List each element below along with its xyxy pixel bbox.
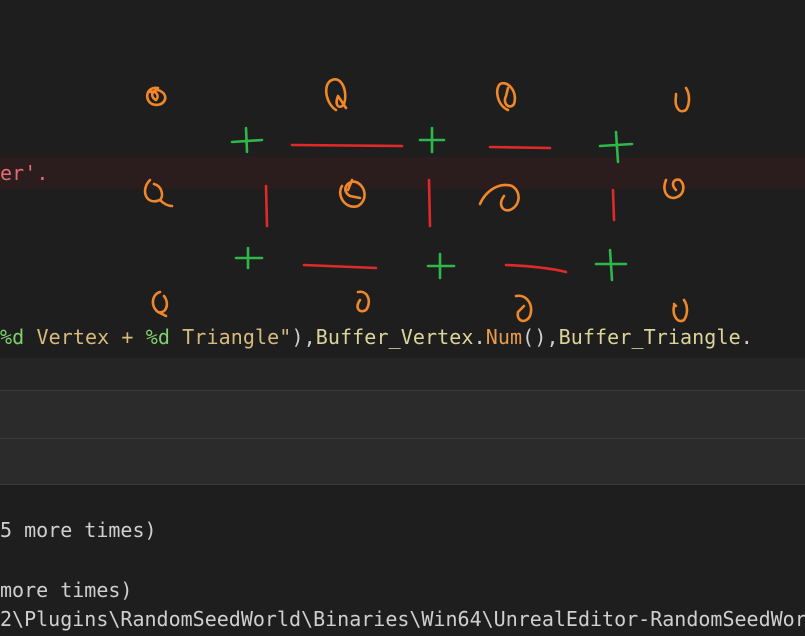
method-num: Num bbox=[485, 325, 523, 349]
punctuation: (), bbox=[522, 325, 559, 349]
output-log-line: more times) bbox=[0, 578, 133, 602]
output-log-line: 5 more times) bbox=[0, 518, 157, 542]
output-panel-tabs[interactable] bbox=[0, 390, 805, 439]
identifier-buffer-vertex: Buffer_Vertex bbox=[315, 325, 474, 349]
punctuation: . bbox=[740, 325, 753, 349]
identifier-buffer-triangle: Buffer_Triangle bbox=[558, 325, 741, 349]
output-panel-header bbox=[0, 358, 805, 390]
output-panel-filter-bar[interactable] bbox=[0, 438, 805, 485]
string-literal: Triangle" bbox=[170, 325, 292, 349]
format-specifier: %d bbox=[0, 325, 25, 349]
error-highlight-line bbox=[0, 157, 805, 189]
code-line-log-format[interactable]: %d Vertex + %d Triangle"),Buffer_Vertex.… bbox=[0, 323, 753, 351]
output-log-line: 2\Plugins\RandomSeedWorld\Binaries\Win64… bbox=[0, 607, 805, 631]
error-message-text: er'. bbox=[0, 161, 49, 185]
punctuation: . bbox=[473, 325, 486, 349]
punctuation: ), bbox=[291, 325, 316, 349]
string-literal: Vertex + bbox=[24, 325, 146, 349]
format-specifier: %d bbox=[145, 325, 171, 349]
